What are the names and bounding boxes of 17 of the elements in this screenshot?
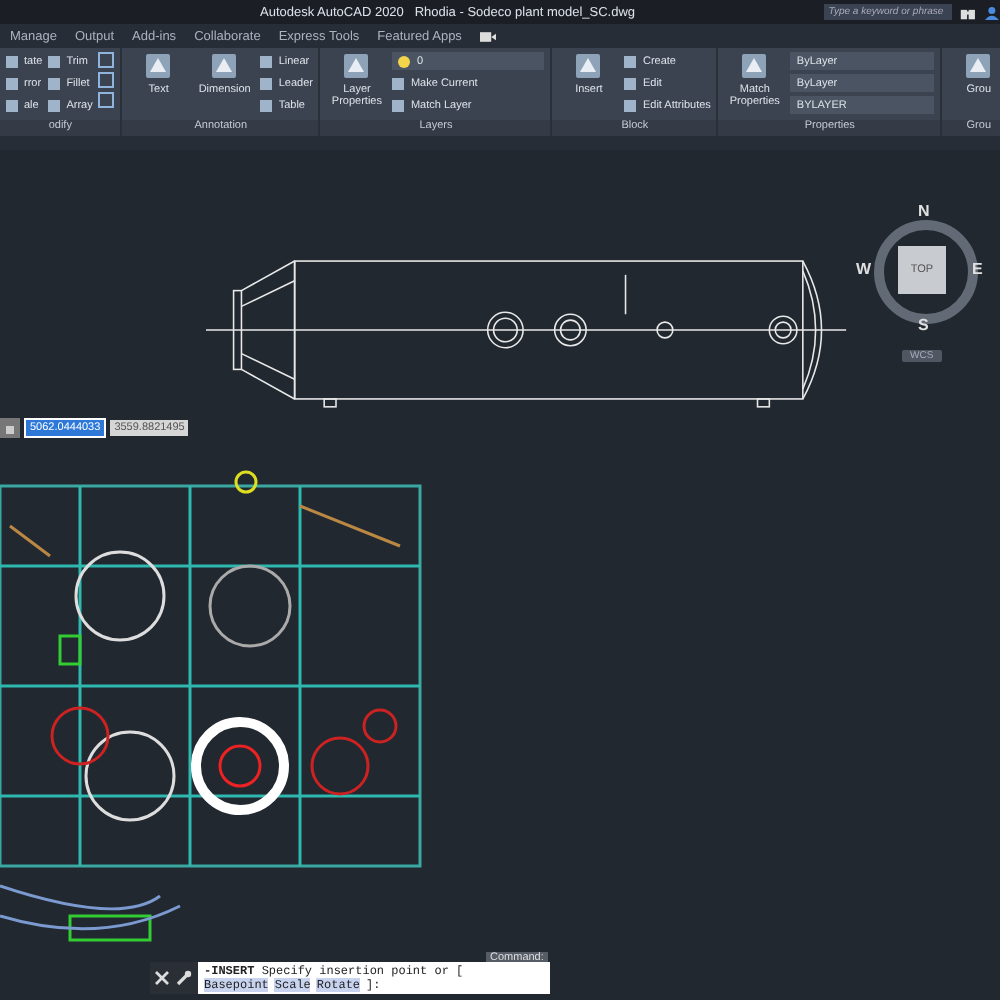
compass-letter[interactable]: S [918,318,929,334]
tool-icon [144,52,173,80]
tool-icon [740,52,769,80]
compass-letter[interactable]: N [918,204,930,220]
tool-icon [210,52,239,80]
compass-letter[interactable]: W [856,262,872,278]
lock-icon[interactable] [0,418,20,438]
wrench-icon[interactable] [176,970,192,986]
compass-letter[interactable]: E [972,262,983,278]
bulb-icon [398,55,411,67]
tool-icon [342,52,371,80]
close-icon[interactable] [154,970,170,986]
tool-icon [574,52,603,80]
binoculars-icon[interactable] [960,5,977,19]
tool-icon [964,52,993,80]
video-icon[interactable] [479,29,496,43]
user-icon[interactable] [984,5,1000,19]
